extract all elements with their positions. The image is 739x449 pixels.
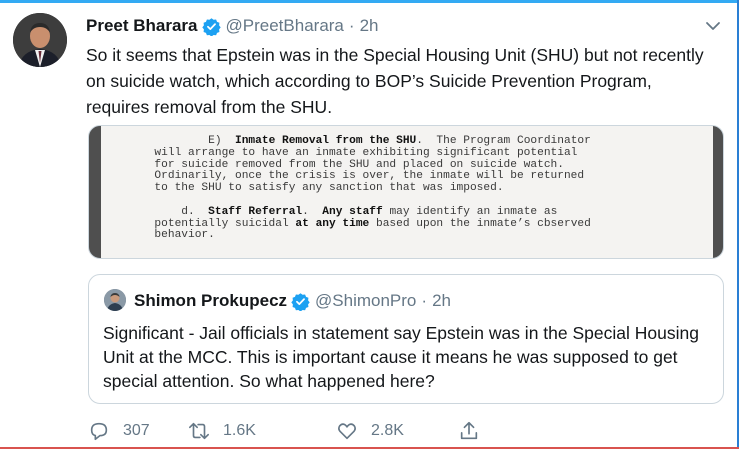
- doc-line: based upon the inmate’s cbserved: [369, 217, 591, 230]
- quoted-tweet-header: Shimon Prokupecz @ShimonPro · 2h: [134, 289, 451, 313]
- tweet-header: Preet Bharara @PreetBharara · 2h: [86, 15, 378, 37]
- verified-badge-icon: [201, 17, 221, 36]
- quoted-header-separator: ·: [421, 291, 428, 310]
- doc-line: E): [141, 135, 235, 147]
- doc-line: potentially suicidal: [141, 217, 296, 230]
- doc-bold-heading: Staff Referral: [208, 205, 303, 218]
- window-top-border: [0, 0, 739, 3]
- chevron-down-icon[interactable]: [705, 20, 721, 32]
- doc-bold-heading: Inmate Removal from the SHU: [235, 135, 417, 147]
- author-avatar[interactable]: [13, 13, 67, 67]
- quoted-author-avatar: [104, 289, 126, 311]
- retweet-button[interactable]: 1.6K: [188, 420, 256, 442]
- like-icon: [338, 423, 356, 440]
- tweet-action-bar: 307 1.6K 2.8K: [86, 420, 506, 448]
- like-count: 2.8K: [371, 422, 404, 439]
- doc-line: for suicide removed from the SHU and pla…: [141, 158, 564, 171]
- doc-line: will arrange to have an inmate exhibitin…: [141, 146, 578, 159]
- doc-line: .: [302, 205, 323, 218]
- tweet-timestamp[interactable]: 2h: [360, 16, 379, 36]
- verified-badge-icon: [291, 292, 310, 311]
- like-button[interactable]: 2.8K: [336, 420, 404, 442]
- quoted-tweet-timestamp: 2h: [432, 291, 451, 310]
- header-separator: ·: [348, 16, 355, 35]
- reply-button[interactable]: 307: [88, 420, 150, 442]
- quoted-author-name: Shimon Prokupecz: [134, 291, 288, 310]
- quoted-tweet-card[interactable]: Shimon Prokupecz @ShimonPro · 2h Signifi…: [88, 274, 724, 404]
- doc-line: to the SHU to satisfy any sanction that …: [141, 182, 504, 195]
- share-icon: [460, 421, 478, 440]
- retweet-icon: [189, 422, 209, 440]
- tweet-attached-image[interactable]: E) Inmate Removal from the SHU. The Prog…: [88, 125, 724, 259]
- document-page: E) Inmate Removal from the SHU. The Prog…: [101, 126, 713, 258]
- author-avatar-image: [13, 13, 67, 67]
- doc-line: . The Program Coordinator: [416, 135, 591, 147]
- doc-line: d.: [141, 205, 209, 218]
- author-handle[interactable]: @PreetBharara: [226, 16, 344, 36]
- quoted-author-handle: @ShimonPro: [315, 291, 417, 310]
- doc-line: behavior.: [141, 229, 215, 242]
- doc-line: Ordinarily, once the crisis is over, the…: [141, 170, 585, 183]
- doc-line: may identify an inmate as: [382, 205, 558, 218]
- doc-bold-phrase: Any staff: [322, 205, 383, 218]
- author-name[interactable]: Preet Bharara: [86, 16, 198, 36]
- reply-icon: [90, 422, 108, 441]
- tweet-body-text: So it seems that Epstein was in the Spec…: [86, 45, 704, 117]
- doc-bold-phrase: at any time: [295, 217, 370, 230]
- reply-count: 307: [123, 422, 150, 439]
- retweet-count: 1.6K: [223, 422, 256, 439]
- document-text: E) Inmate Removal from the SHU. The Prog…: [141, 135, 701, 242]
- quoted-avatar-image: [104, 289, 126, 311]
- quoted-tweet-body-text: Significant - Jail officials in statemen…: [103, 323, 699, 391]
- share-button[interactable]: [458, 420, 493, 442]
